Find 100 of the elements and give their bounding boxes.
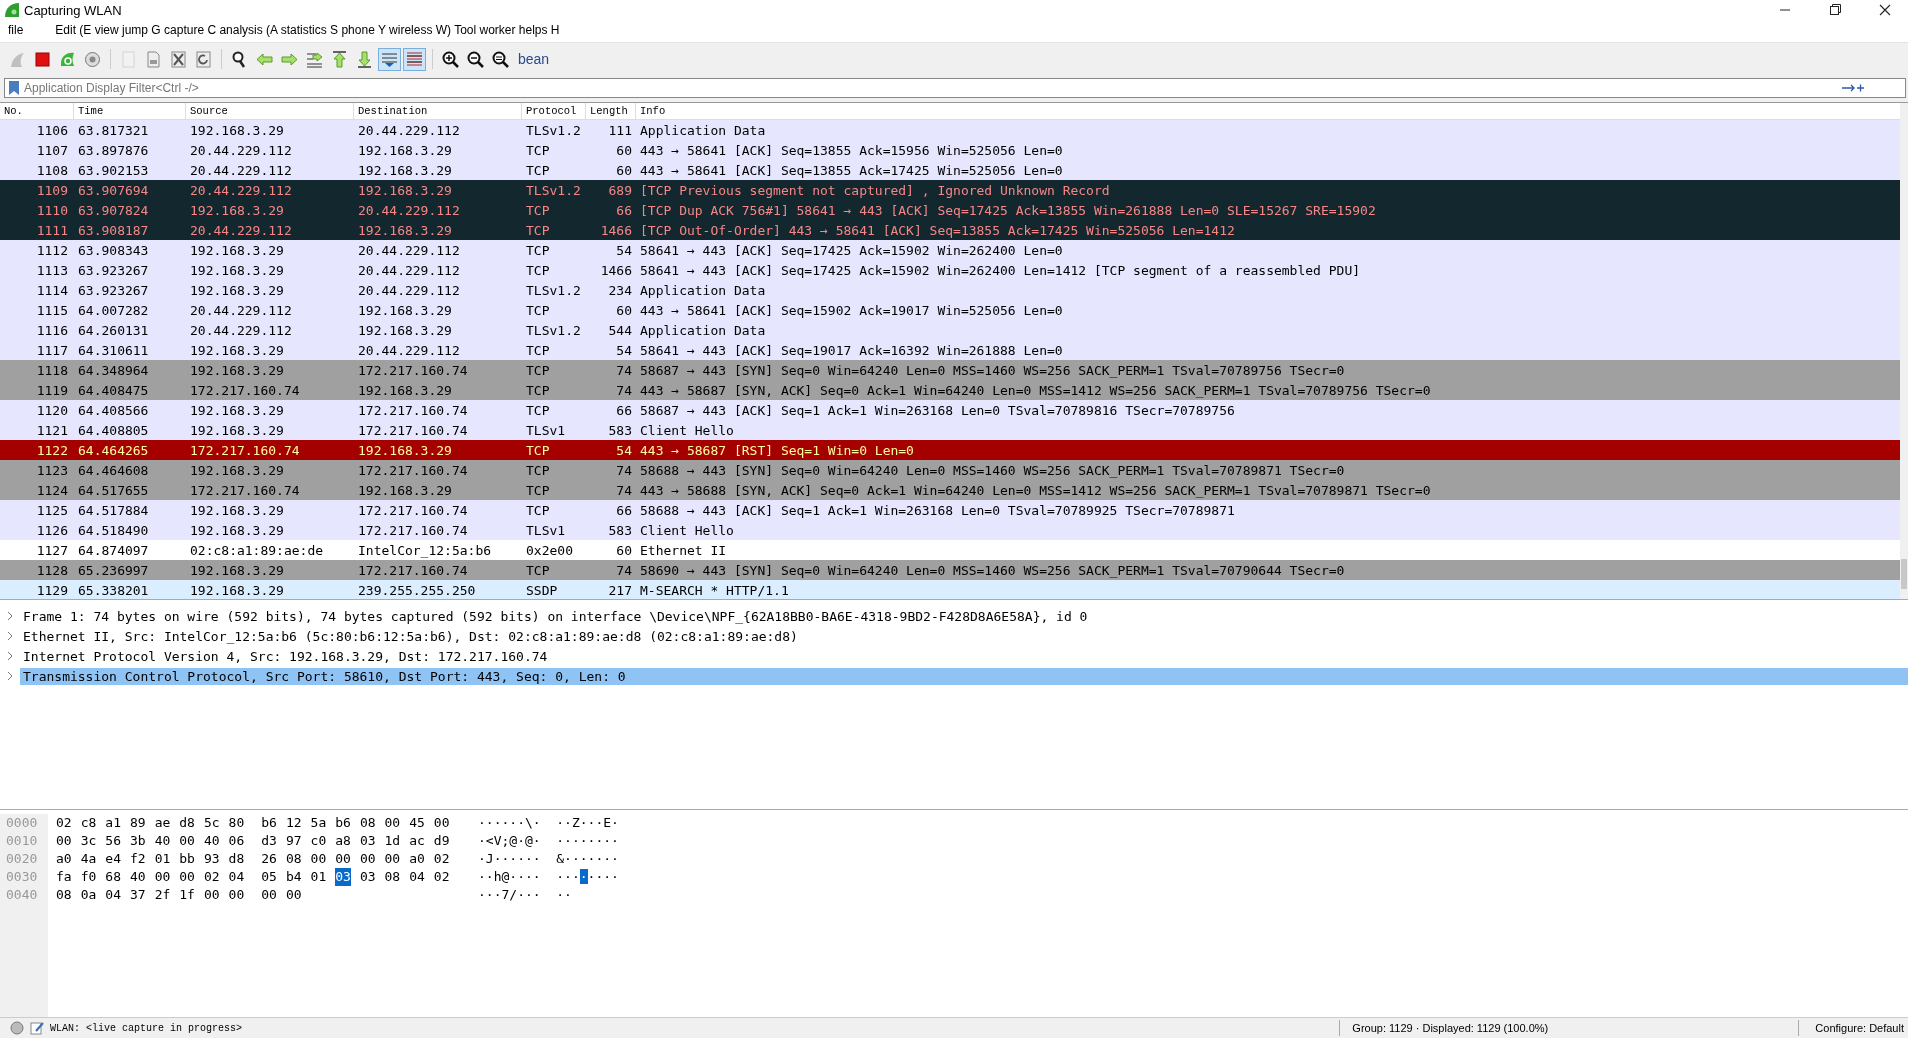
hex-byte[interactable]: 01 xyxy=(154,850,171,868)
column-header[interactable]: No. xyxy=(0,103,74,119)
packet-row[interactable]: 1112 63.908343 192.168.3.29 20.44.229.112 TCP 54 58641 → 443 [ACK] Seq=17425 Ack=15902 Win=262400 Len=0 xyxy=(0,240,1900,260)
hex-byte[interactable]: 3c xyxy=(80,832,97,850)
packet-row[interactable]: 1129 65.338201 192.168.3.29 239.255.255.250 SSDP 217 M-SEARCH * HTTP/1.1 xyxy=(0,580,1900,599)
hex-byte[interactable]: 00 xyxy=(179,832,195,850)
hex-byte[interactable]: 00 xyxy=(56,832,72,850)
hex-byte[interactable]: ae xyxy=(154,814,171,832)
tree-item[interactable]: Frame 1: 74 bytes on wire (592 bits), 74 bytes captured (592 bits) on interface \Device\NPF_{62A18BB0-BA6E-4318-9BD2-F428D8A6E58A}, id 0 xyxy=(0,606,1908,626)
packet-row[interactable]: 1117 64.310611 192.168.3.29 20.44.229.112 TCP 54 58641 → 443 [ACK] Seq=19017 Ack=16392 Win=261888 Len=0 xyxy=(0,340,1900,360)
packet-row[interactable]: 1122 64.464265 172.217.160.74 192.168.3.29 TCP 54 443 → 58687 [RST] Seq=1 Win=0 Len=0 xyxy=(0,440,1900,460)
hex-byte[interactable]: 02 xyxy=(203,868,220,886)
hex-byte[interactable]: 40 xyxy=(129,868,146,886)
colorize-icon[interactable] xyxy=(405,49,424,69)
hex-byte[interactable]: 05 xyxy=(261,868,277,886)
hex-byte[interactable]: 80 xyxy=(228,814,245,832)
apply-filter-icon[interactable] xyxy=(1841,82,1865,94)
zoom-reset-icon[interactable] xyxy=(491,49,510,69)
hex-byte[interactable]: 02 xyxy=(433,850,450,868)
menu-item[interactable]: Edit (E view jump G capture C analysis (A statistics S phone Y wireless W) Tool worker helps H xyxy=(55,23,560,37)
hex-byte[interactable]: 5a xyxy=(310,814,327,832)
hex-byte[interactable]: 03 xyxy=(359,868,376,886)
hex-byte[interactable]: 97 xyxy=(285,832,302,850)
hex-byte[interactable]: 1f xyxy=(179,886,195,904)
hex-byte[interactable]: 00 xyxy=(384,814,401,832)
scroll-thumb[interactable] xyxy=(1901,559,1907,589)
hex-byte[interactable]: 12 xyxy=(285,814,302,832)
reload-icon[interactable] xyxy=(194,49,213,69)
hex-byte[interactable]: d3 xyxy=(261,832,277,850)
packet-row[interactable]: 1128 65.236997 192.168.3.29 172.217.160.74 TCP 74 58690 → 443 [SYN] Seq=0 Win=64240 Len=0 MSS=1460 WS=256 SACK_PERM=1 TSval=70790644 TSecr=0 xyxy=(0,560,1900,580)
hex-byte[interactable]: a1 xyxy=(105,814,121,832)
hex-byte[interactable]: 04 xyxy=(105,886,121,904)
hex-byte[interactable]: 5c xyxy=(203,814,220,832)
hex-byte[interactable]: 40 xyxy=(154,832,171,850)
hex-byte[interactable]: 56 xyxy=(105,832,121,850)
hex-byte[interactable]: f0 xyxy=(80,868,97,886)
hex-byte[interactable]: b6 xyxy=(261,814,277,832)
packet-row[interactable]: 1126 64.518490 192.168.3.29 172.217.160.74 TLSv1 583 Client Hello xyxy=(0,520,1900,540)
tree-item[interactable]: Ethernet II, Src: IntelCor_12:5a:b6 (5c:80:b6:12:5a:b6), Dst: 02:c8:a1:89:ae:d8 (02:c8:a1:89:ae:d8) xyxy=(0,626,1908,646)
column-header[interactable]: Info xyxy=(636,103,1900,119)
packet-row[interactable]: 1124 64.517655 172.217.160.74 192.168.3.29 TCP 74 443 → 58688 [SYN, ACK] Seq=0 Ack=1 Win=64240 Len=0 MSS=1412 WS=256 SACK_PERM=1 TSval=70789871 TSecr=0 xyxy=(0,480,1900,500)
packet-row[interactable]: 1118 64.348964 192.168.3.29 172.217.160.74 TCP 74 58687 → 443 [SYN] Seq=0 Win=64240 Len=0 MSS=1460 WS=256 SACK_PERM=1 TSval=70789756 TSecr=0 xyxy=(0,360,1900,380)
hex-byte[interactable]: 04 xyxy=(228,868,245,886)
tree-item[interactable]: Internet Protocol Version 4, Src: 192.168.3.29, Dst: 172.217.160.74 xyxy=(0,646,1908,666)
hex-byte[interactable]: 00 xyxy=(228,886,245,904)
hex-byte[interactable]: 4a xyxy=(80,850,97,868)
packet-row[interactable]: 1111 63.908187 20.44.229.112 192.168.3.29 TCP 1466 [TCP Out-Of-Order] 443 → 58641 [ACK] Seq=13855 Ack=17425 Win=525056 Len=1412 xyxy=(0,220,1900,240)
zoom-out-icon[interactable] xyxy=(466,49,485,69)
packet-row[interactable]: 1116 64.260131 20.44.229.112 192.168.3.29 TLSv1.2 544 Application Data xyxy=(0,320,1900,340)
hex-byte[interactable]: 00 xyxy=(335,850,351,868)
gear-icon[interactable] xyxy=(83,49,102,69)
hex-byte[interactable]: 00 xyxy=(154,868,171,886)
hex-byte[interactable]: 00 xyxy=(359,850,376,868)
hex-byte[interactable]: 00 xyxy=(179,868,195,886)
hex-byte[interactable]: 00 xyxy=(285,886,302,904)
hex-byte[interactable]: 02 xyxy=(433,868,450,886)
bookmark-icon[interactable] xyxy=(8,80,20,96)
hex-byte[interactable]: ac xyxy=(409,832,425,850)
stop-icon[interactable] xyxy=(33,49,52,69)
packet-row[interactable]: 1120 64.408566 192.168.3.29 172.217.160.74 TCP 66 58687 → 443 [ACK] Seq=1 Ack=1 Win=263168 Len=0 TSval=70789816 TSecr=70789756 xyxy=(0,400,1900,420)
column-header[interactable]: Time xyxy=(74,103,186,119)
menu-item[interactable]: file xyxy=(8,23,24,37)
packet-row[interactable]: 1109 63.907694 20.44.229.112 192.168.3.29 TLSv1.2 689 [TCP Previous segment not captured] , Ignored Unknown Record xyxy=(0,180,1900,200)
hex-byte[interactable]: 03 xyxy=(359,832,376,850)
hex-byte[interactable]: 00 xyxy=(310,850,327,868)
hex-byte[interactable]: 37 xyxy=(129,886,146,904)
hex-byte[interactable]: 40 xyxy=(203,832,220,850)
hex-byte[interactable]: 00 xyxy=(261,886,277,904)
hex-byte[interactable]: c8 xyxy=(80,814,97,832)
status-circle-icon[interactable] xyxy=(10,1021,24,1035)
toolbar-label[interactable]: bean xyxy=(518,51,550,67)
hex-byte[interactable]: 06 xyxy=(228,832,245,850)
hex-byte[interactable]: 89 xyxy=(129,814,146,832)
edit-icon[interactable] xyxy=(30,1021,44,1035)
hex-byte[interactable]: 3b xyxy=(129,832,146,850)
hex-byte[interactable]: a8 xyxy=(335,832,351,850)
packet-row[interactable]: 1115 64.007282 20.44.229.112 192.168.3.29 TCP 60 443 → 58641 [ACK] Seq=15902 Ack=19017 Win=525056 Len=0 xyxy=(0,300,1900,320)
packet-row[interactable]: 1113 63.923267 192.168.3.29 20.44.229.112 TCP 1466 58641 → 443 [ACK] Seq=17425 Ack=15902 Win=262400 Len=1412 [TCP segment of a reassembled PDU] xyxy=(0,260,1900,280)
packet-row[interactable]: 1121 64.408805 192.168.3.29 172.217.160.74 TLSv1 583 Client Hello xyxy=(0,420,1900,440)
up-arrow-icon[interactable] xyxy=(330,49,349,69)
hex-byte[interactable]: bb xyxy=(179,850,195,868)
packet-row[interactable]: 1108 63.902153 20.44.229.112 192.168.3.29 TCP 60 443 → 58641 [ACK] Seq=13855 Ack=17425 Win=525056 Len=0 xyxy=(0,160,1900,180)
down-arrow-icon[interactable] xyxy=(355,49,374,69)
hex-byte[interactable]: 45 xyxy=(409,814,425,832)
hex-byte[interactable]: 26 xyxy=(261,850,277,868)
close-file-icon[interactable] xyxy=(169,49,188,69)
hex-byte[interactable]: 01 xyxy=(310,868,327,886)
hex-byte[interactable]: 68 xyxy=(105,868,121,886)
hex-byte[interactable]: d8 xyxy=(179,814,195,832)
packet-row[interactable]: 1125 64.517884 192.168.3.29 172.217.160.74 TCP 66 58688 → 443 [ACK] Seq=1 Ack=1 Win=263168 Len=0 TSval=70789925 TSecr=70789871 xyxy=(0,500,1900,520)
hex-byte[interactable]: 08 xyxy=(359,814,376,832)
scrollbar[interactable] xyxy=(1900,103,1908,599)
zoom-in-icon[interactable] xyxy=(441,49,460,69)
hex-byte[interactable]: 1d xyxy=(384,832,401,850)
hex-byte[interactable]: f2 xyxy=(129,850,146,868)
hex-byte[interactable]: 2f xyxy=(154,886,171,904)
packet-row[interactable]: 1110 63.907824 192.168.3.29 20.44.229.112 TCP 66 [TCP Dup ACK 756#1] 58641 → 443 [ACK] Seq=17425 Ack=13855 Win=261888 Len=0 SLE=15267 SRE=15902 xyxy=(0,200,1900,220)
packet-row[interactable]: 1123 64.464608 192.168.3.29 172.217.160.74 TCP 74 58688 → 443 [SYN] Seq=0 Win=64240 Len=0 MSS=1460 WS=256 SACK_PERM=1 TSval=70789871 TSecr=0 xyxy=(0,460,1900,480)
profile-label[interactable]: Configure: Default xyxy=(1805,1022,1904,1034)
packet-row[interactable]: 1107 63.897876 20.44.229.112 192.168.3.29 TCP 60 443 → 58641 [ACK] Seq=13855 Ack=15956 Win=525056 Len=0 xyxy=(0,140,1900,160)
